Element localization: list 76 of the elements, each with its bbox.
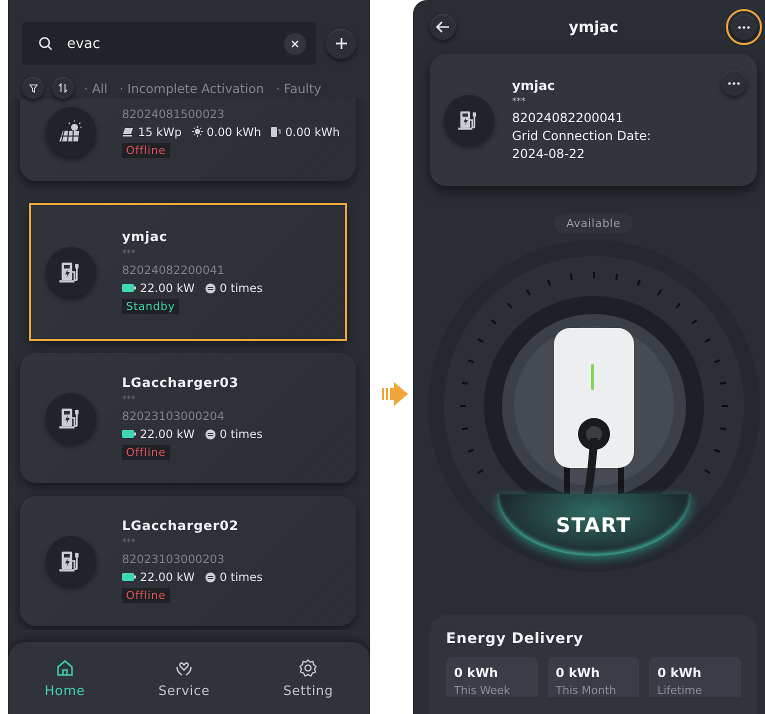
back-arrow-icon: [436, 21, 450, 33]
metric-value: 0.00 kWh: [285, 124, 340, 138]
device-card[interactable]: 82024081500023 15 kWp 0.00 kWh 0.00 kWh Offline: [20, 99, 356, 181]
connection-date: 2024-08-22: [512, 146, 586, 161]
masked-text: ***: [122, 395, 136, 405]
serial-number: 82023103000204: [122, 409, 226, 423]
battery-icon: [122, 573, 136, 581]
sun-icon: [192, 126, 203, 137]
serial-number: 82023103000203: [122, 552, 226, 566]
status-badge: Offline: [122, 588, 170, 603]
status-badge: Standby: [122, 299, 179, 314]
filter-icon: [28, 84, 38, 92]
filter-button[interactable]: [22, 77, 44, 99]
serial-number: 82024082200041: [512, 110, 624, 125]
plus-icon: [336, 38, 346, 49]
sort-button[interactable]: [52, 77, 74, 99]
filter-chip[interactable]: · Incomplete Activation: [117, 80, 266, 96]
more-button[interactable]: [730, 14, 757, 40]
device-card[interactable]: LGaccharger03 *** 82023103000204 22.00 kW 0 times Offline: [20, 353, 356, 483]
date-label: Grid Connection Date:: [512, 128, 652, 143]
stat-label: This Week: [454, 684, 512, 697]
metric-value: 0 times: [220, 570, 263, 584]
battery-icon: [122, 430, 136, 438]
masked-text: ***: [122, 538, 136, 548]
filter-chip[interactable]: · Faulty: [274, 80, 324, 96]
search-bar[interactable]: evac: [22, 22, 316, 65]
metric-value: 0 times: [220, 281, 263, 295]
sort-icon: [58, 83, 68, 93]
device-name: LGaccharger03: [122, 376, 240, 391]
clear-button[interactable]: [284, 32, 306, 54]
serial-number: 82024082200041: [122, 263, 226, 277]
stat-value: 0 kWh: [556, 665, 601, 680]
nav-tab[interactable]: Service: [158, 658, 210, 698]
device-card[interactable]: LGaccharger02 *** 82023103000203 22.00 kW 0 times Offline: [20, 496, 356, 626]
metric-value: 22.00 kW: [140, 427, 195, 441]
masked-text: ***: [122, 249, 136, 259]
status-badge: Offline: [122, 445, 170, 460]
metric-value: 15 kWp: [138, 124, 182, 138]
solar-panel-icon: [122, 126, 134, 136]
nav-tab[interactable]: Setting: [283, 658, 334, 698]
masked-text: ***: [512, 97, 526, 107]
filter-chip[interactable]: · All: [82, 80, 110, 96]
close-icon: [291, 40, 299, 48]
more-button[interactable]: [721, 70, 747, 96]
stat-label: This Month: [556, 684, 618, 697]
coin-icon: [204, 428, 216, 440]
metric-value: 22.00 kW: [140, 570, 195, 584]
back-button[interactable]: [430, 14, 456, 40]
metric-value: 0.00 kWh: [206, 124, 262, 138]
stat-label: Lifetime: [657, 684, 704, 697]
coin-icon: [204, 282, 216, 294]
serial-number: 82024081500023: [122, 106, 226, 120]
section-title: Energy Delivery: [446, 631, 584, 647]
status-badge: Offline: [122, 142, 170, 158]
status-pill: Available: [554, 214, 633, 233]
add-button[interactable]: [326, 28, 356, 58]
more-icon: [738, 26, 750, 28]
nav-tab[interactable]: Home: [44, 658, 86, 698]
settings-icon: [298, 658, 318, 678]
device-name: ymjac: [122, 230, 168, 245]
metric-value: 22.00 kW: [140, 281, 195, 295]
coin-icon: [204, 572, 216, 582]
stat-value: 0 kWh: [657, 665, 702, 680]
more-icon: [728, 82, 740, 84]
device-name: LGaccharger02: [122, 519, 240, 534]
meter-icon: [271, 126, 282, 137]
battery-icon: [122, 284, 136, 292]
screen-title: ymjac: [568, 18, 618, 36]
arrow-icon: [382, 380, 408, 408]
home-icon: [54, 658, 75, 678]
search-icon: [38, 36, 53, 51]
stat-value: 0 kWh: [454, 665, 500, 680]
device-card[interactable]: ymjac *** 82024082200041 22.00 kW 0 times Standby: [30, 204, 346, 340]
metric-value: 0 times: [220, 427, 263, 441]
device-name: ymjac: [512, 79, 556, 94]
search-field[interactable]: evac: [65, 34, 272, 52]
